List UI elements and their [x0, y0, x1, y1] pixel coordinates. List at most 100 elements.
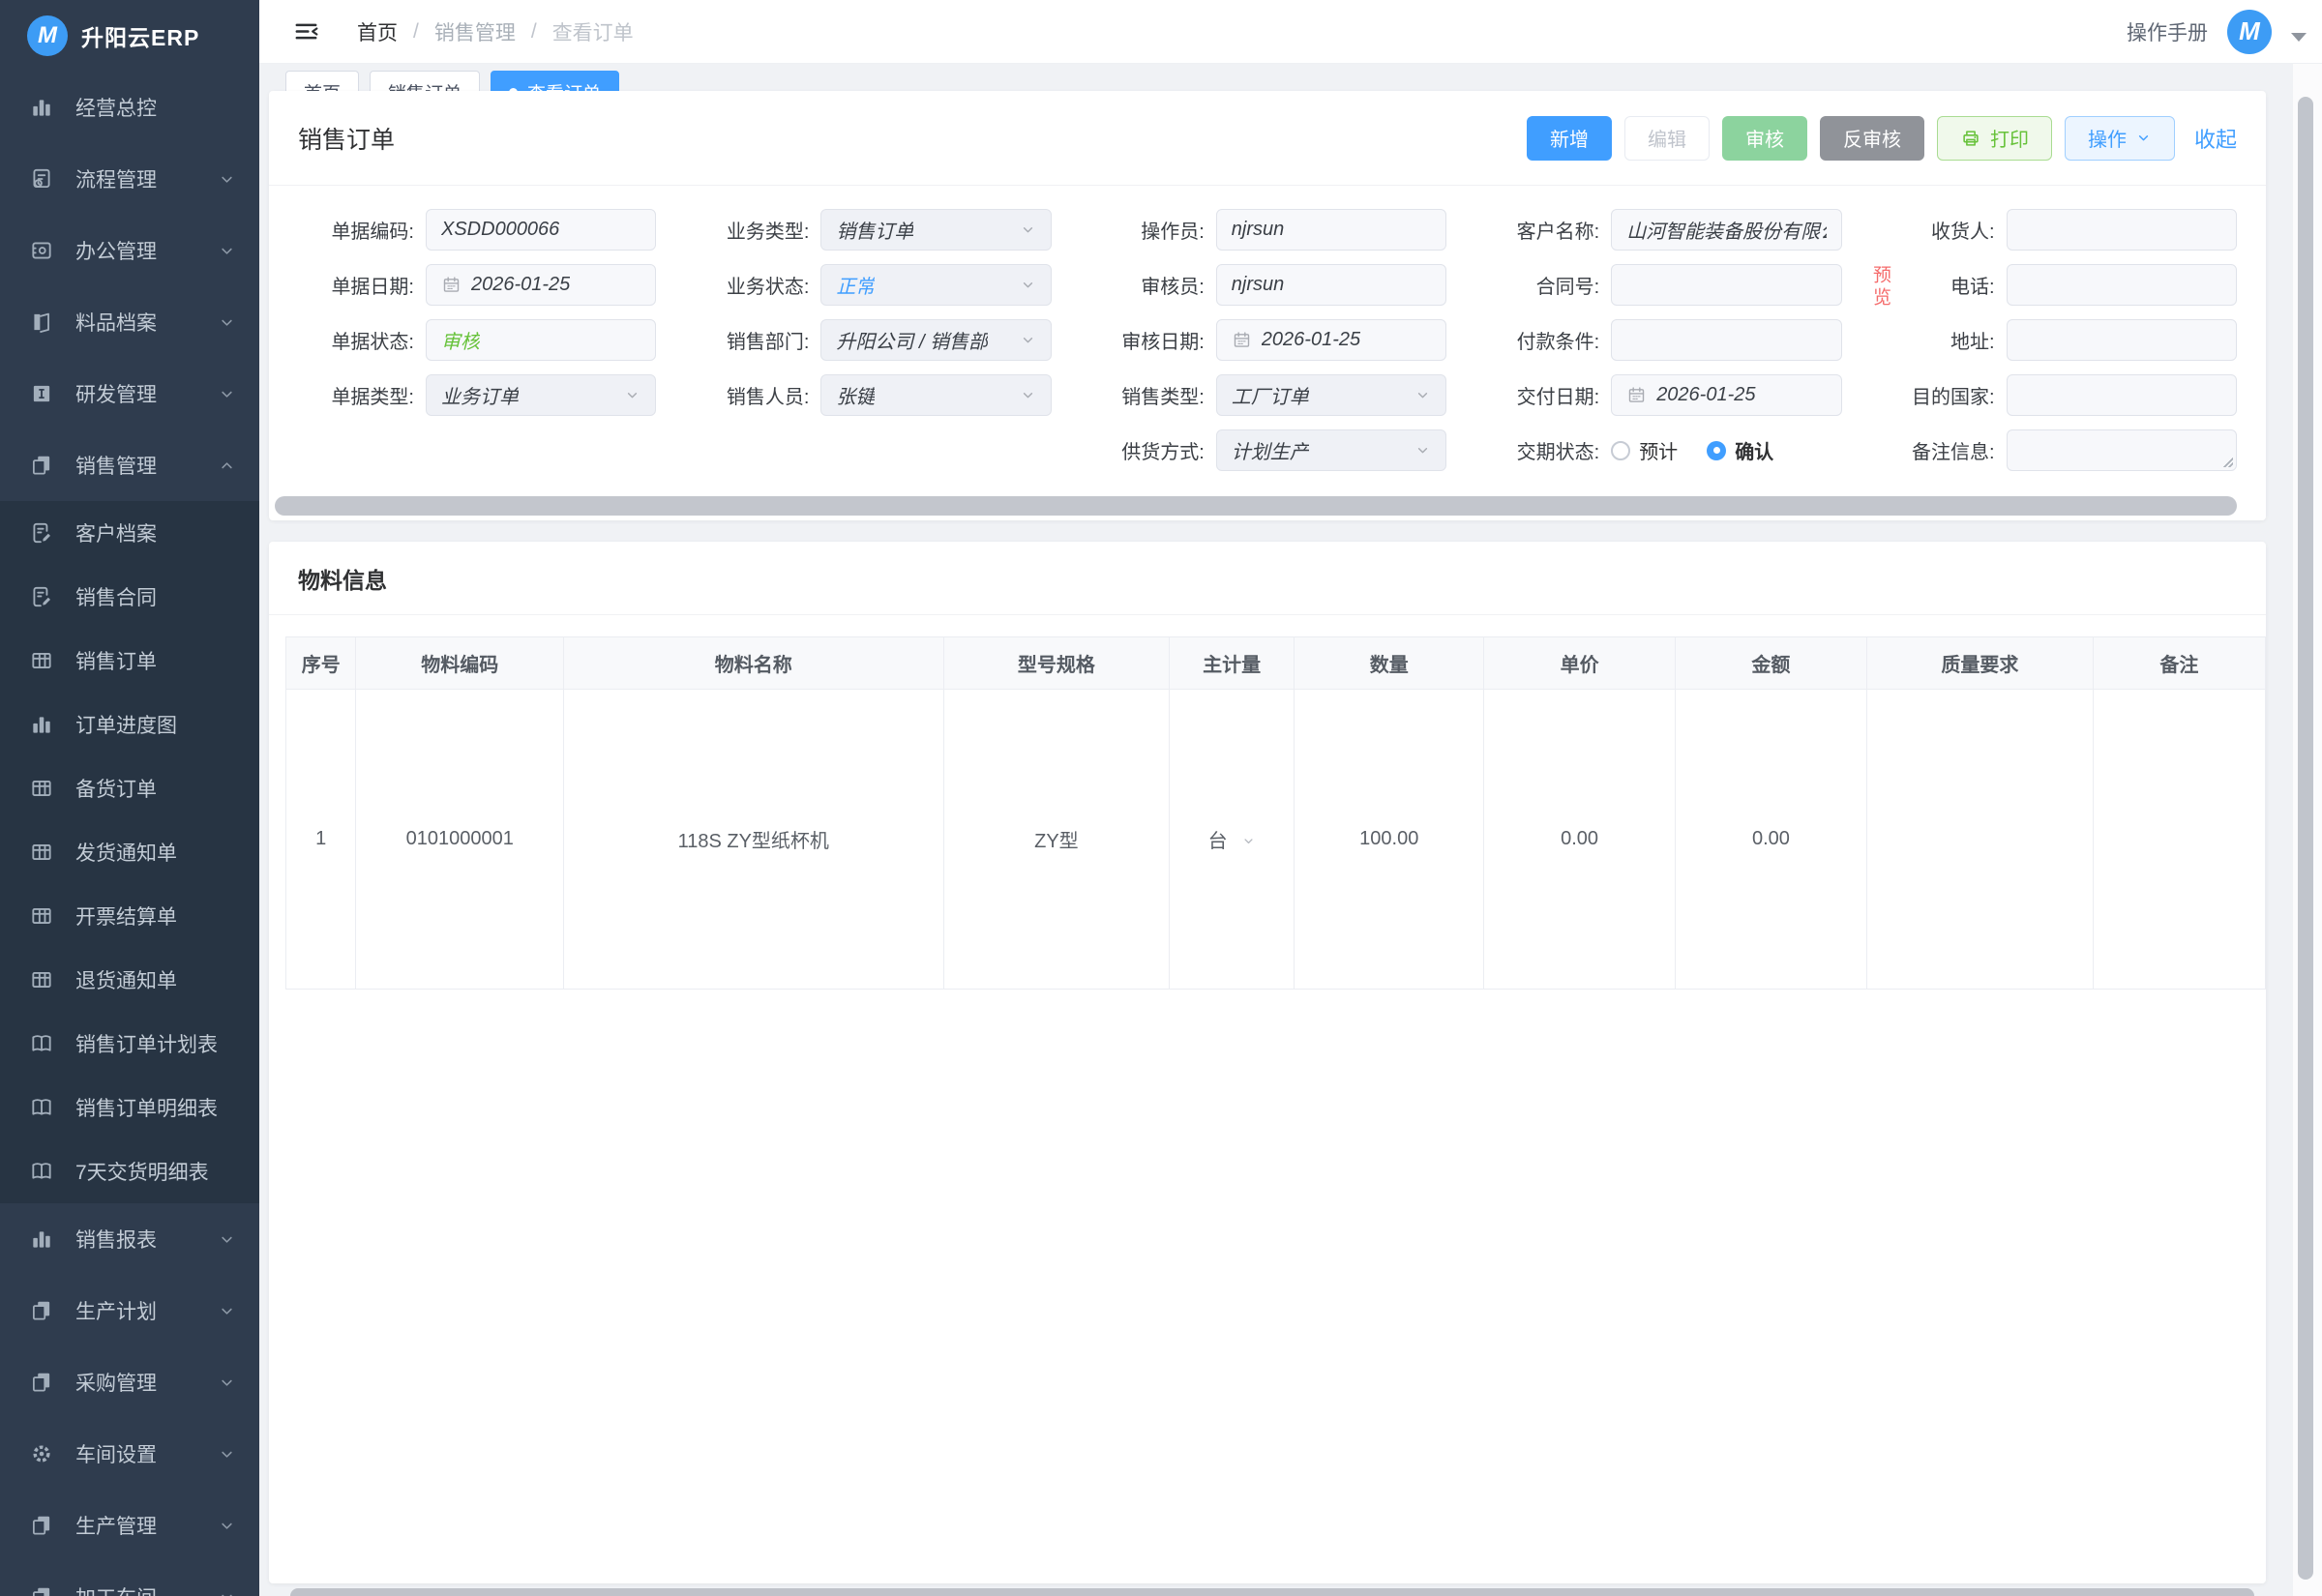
- menu-fold-icon[interactable]: [292, 17, 320, 45]
- cell-unit-select[interactable]: 台: [1170, 690, 1295, 990]
- resize-grip-icon[interactable]: [2222, 457, 2233, 467]
- field-biz-type: 业务类型: 销售订单: [681, 209, 1051, 251]
- field-payment-terms: 付款条件:: [1472, 319, 1841, 361]
- preview-vertical-tag[interactable]: 预览: [1867, 265, 1892, 310]
- salesperson-select[interactable]: 张键: [820, 374, 1051, 416]
- biz-status-select[interactable]: 正常: [820, 264, 1051, 306]
- contract-no-input[interactable]: [1611, 264, 1841, 306]
- field-label: 交期状态:: [1472, 436, 1611, 464]
- sidebar-item-invoice-settlement[interactable]: 开票结算单: [0, 884, 259, 948]
- field-value: 2026-01-25: [1262, 329, 1360, 351]
- form-horizontal-scrollbar[interactable]: [275, 496, 2237, 516]
- field-value: 张键: [836, 381, 875, 409]
- sidebar-item-order-plan-report[interactable]: 销售订单计划表: [0, 1012, 259, 1076]
- field-value: 业务订单: [441, 381, 519, 409]
- sidebar-item-processing-workshop[interactable]: 加工车间: [0, 1561, 259, 1596]
- phone-input[interactable]: [2007, 264, 2237, 306]
- sales-dept-select[interactable]: 升阳公司 / 销售部: [820, 319, 1051, 361]
- sidebar-item-production-plan[interactable]: 生产计划: [0, 1275, 259, 1346]
- field-label: 交付日期:: [1472, 381, 1611, 409]
- address-input[interactable]: [2007, 319, 2237, 361]
- breadcrumb-home[interactable]: 首页: [357, 17, 398, 46]
- remarks-textarea[interactable]: [2007, 429, 2237, 471]
- sidebar-item-sales-orders[interactable]: 销售订单: [0, 629, 259, 693]
- radio-icon: [1611, 441, 1630, 460]
- field-value: 正常: [836, 271, 875, 299]
- unaudit-button[interactable]: 反审核: [1820, 116, 1924, 161]
- sidebar-item-office[interactable]: 办公管理: [0, 215, 259, 286]
- avatar[interactable]: M: [2227, 10, 2272, 54]
- field-label: 地址:: [1867, 326, 2007, 354]
- vertical-scrollbar-thumb[interactable]: [2298, 97, 2313, 1580]
- bill-status-input[interactable]: 审核: [426, 319, 656, 361]
- field-bill-date: 单据日期: 2026-01-25: [286, 264, 656, 306]
- add-button[interactable]: 新增: [1527, 116, 1612, 161]
- book-icon: [29, 310, 54, 335]
- sidebar-item-shipping-notice[interactable]: 发货通知单: [0, 820, 259, 884]
- field-label: 收货人:: [1867, 216, 2007, 244]
- chevron-down-icon: [218, 1302, 236, 1320]
- dest-country-input[interactable]: [2007, 374, 2237, 416]
- receiver-input[interactable]: [2007, 209, 2237, 251]
- audit-date-picker[interactable]: 2026-01-25: [1216, 319, 1446, 361]
- table-icon: [29, 903, 54, 929]
- sidebar-item-sales-reports[interactable]: 销售报表: [0, 1203, 259, 1275]
- field-value: 升阳公司 / 销售部: [836, 326, 988, 354]
- chevron-down-icon: [218, 170, 236, 189]
- app-title: 升阳云ERP: [81, 19, 199, 52]
- manual-link[interactable]: 操作手册: [2127, 17, 2208, 46]
- field-receiver: 收货人:: [1867, 209, 2237, 251]
- biz-type-select[interactable]: 销售订单: [820, 209, 1051, 251]
- col-seq: 序号: [286, 637, 356, 690]
- radio-estimated[interactable]: 预计: [1611, 436, 1678, 464]
- radio-confirmed[interactable]: 确认: [1707, 436, 1773, 464]
- bill-code-input[interactable]: XSDD000066: [426, 209, 656, 251]
- sidebar-item-label: 办公管理: [75, 236, 218, 265]
- field-value: 计划生产: [1232, 436, 1309, 464]
- breadcrumb-separator: /: [531, 20, 537, 44]
- sidebar-item-purchasing[interactable]: 采购管理: [0, 1346, 259, 1418]
- field-remarks: 备注信息:: [1867, 429, 2237, 471]
- breadcrumb-sales[interactable]: 销售管理: [434, 17, 516, 46]
- sales-type-select[interactable]: 工厂订单: [1216, 374, 1446, 416]
- sidebar-item-rnd[interactable]: 研发管理: [0, 358, 259, 429]
- field-label: 销售人员:: [681, 381, 820, 409]
- user-menu-caret-icon[interactable]: [2291, 33, 2307, 42]
- sidebar-item-production-mgmt[interactable]: 生产管理: [0, 1490, 259, 1561]
- sidebar-item-customer-archive[interactable]: 客户档案: [0, 501, 259, 565]
- bottom-horizontal-scrollbar[interactable]: [290, 1588, 2254, 1596]
- cell-spec: ZY型: [943, 690, 1170, 990]
- sidebar-item-order-detail-report[interactable]: 销售订单明细表: [0, 1076, 259, 1139]
- auditor-input[interactable]: njrsun: [1216, 264, 1446, 306]
- sidebar-item-sales-contracts[interactable]: 销售合同: [0, 565, 259, 629]
- sidebar-item-dashboard[interactable]: 经营总控: [0, 72, 259, 143]
- sidebar-item-stock-orders[interactable]: 备货订单: [0, 756, 259, 820]
- sidebar-item-process[interactable]: 流程管理: [0, 143, 259, 215]
- sidebar: M 升阳云ERP 经营总控 流程管理 办公管理 料品档案 研发管理: [0, 0, 259, 1596]
- collapse-link[interactable]: 收起: [2194, 123, 2237, 154]
- materials-table: 序号 物料编码 物料名称 型号规格 主计量 数量 单价 金额 质量要求 备注 1…: [285, 636, 2266, 990]
- bill-date-picker[interactable]: 2026-01-25: [426, 264, 656, 306]
- field-value: 2026-01-25: [1656, 384, 1755, 406]
- sidebar-item-7day-delivery-report[interactable]: 7天交货明细表: [0, 1139, 259, 1203]
- panel-title: 销售订单: [298, 121, 395, 156]
- sidebar-item-return-notice[interactable]: 退货通知单: [0, 948, 259, 1012]
- sidebar-item-workshop-settings[interactable]: 车间设置: [0, 1418, 259, 1490]
- col-unit: 主计量: [1170, 637, 1295, 690]
- sidebar-item-order-progress[interactable]: 订单进度图: [0, 693, 259, 756]
- edit-button[interactable]: 编辑: [1624, 116, 1710, 161]
- audit-button[interactable]: 审核: [1722, 116, 1807, 161]
- sidebar-item-label: 发货通知单: [75, 838, 236, 867]
- operator-input[interactable]: njrsun: [1216, 209, 1446, 251]
- sidebar-item-sales[interactable]: 销售管理: [0, 429, 259, 501]
- customer-input[interactable]: 山河智能装备股份有限公司: [1611, 209, 1841, 251]
- sidebar-item-materials-archive[interactable]: 料品档案: [0, 286, 259, 358]
- delivery-date-picker[interactable]: 2026-01-25: [1611, 374, 1841, 416]
- payment-terms-input[interactable]: [1611, 319, 1841, 361]
- bill-type-select[interactable]: 业务订单: [426, 374, 656, 416]
- supply-mode-select[interactable]: 计划生产: [1216, 429, 1446, 471]
- vertical-scrollbar-track: [2293, 64, 2322, 1596]
- actions-dropdown-button[interactable]: 操作: [2065, 116, 2175, 161]
- app-logo[interactable]: M 升阳云ERP: [0, 0, 259, 72]
- print-button[interactable]: 打印: [1937, 116, 2052, 161]
